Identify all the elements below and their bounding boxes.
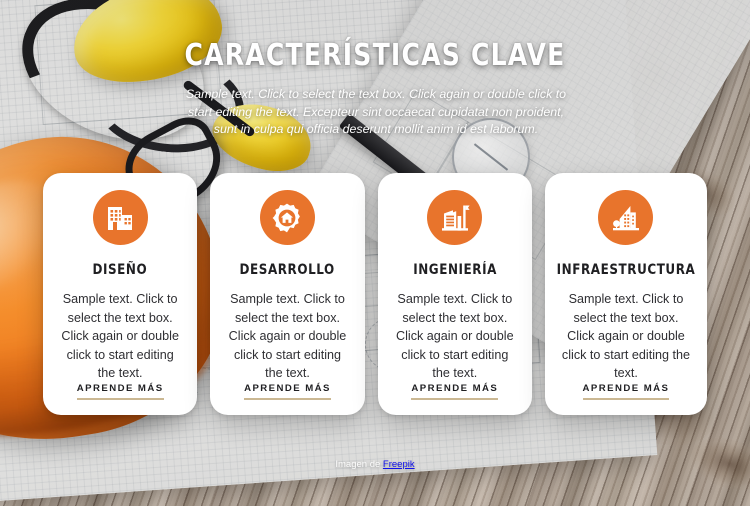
learn-more-link[interactable]: APRENDE MÁS (76, 383, 164, 400)
page-subtitle: Sample text. Click to select the text bo… (185, 87, 567, 136)
feature-cards-row: DISEÑO Sample text. Click to select the … (43, 173, 707, 415)
card-title: DESARROLLO (239, 262, 336, 278)
card-title: INFRAESTRUCTURA (556, 262, 696, 278)
card-description: Sample text. Click to select the text bo… (228, 292, 347, 380)
office-buildings-icon (92, 190, 148, 245)
feature-card-ingenieria[interactable]: INGENIERÍA Sample text. Click to select … (377, 173, 532, 415)
feature-card-desarrollo[interactable]: DESARROLLO Sample text. Click to select … (210, 173, 365, 415)
card-description: Sample text. Click to select the text bo… (61, 292, 179, 380)
crane-building-icon (427, 190, 483, 245)
image-credit: Imagen de Freepik (0, 459, 750, 470)
image-credit-prefix: Imagen de (335, 459, 383, 470)
gear-house-icon (259, 190, 315, 245)
feature-card-diseno[interactable]: DISEÑO Sample text. Click to select the … (43, 173, 198, 415)
card-description: Sample text. Click to select the text bo… (396, 292, 514, 380)
page-title: CARACTERÍSTICAS CLAVE (184, 38, 566, 73)
feature-card-infraestructura[interactable]: INFRAESTRUCTURA Sample text. Click to se… (544, 173, 707, 415)
city-skyline-icon (598, 190, 654, 245)
learn-more-link[interactable]: APRENDE MÁS (411, 383, 499, 400)
image-credit-source-link[interactable]: Freepik (383, 459, 415, 470)
learn-more-link[interactable]: APRENDE MÁS (582, 383, 670, 400)
card-description: Sample text. Click to select the text bo… (561, 292, 691, 380)
card-title: DISEÑO (92, 262, 148, 278)
card-title: INGENIERÍA (412, 262, 497, 278)
learn-more-link[interactable]: APRENDE MÁS (244, 383, 331, 400)
